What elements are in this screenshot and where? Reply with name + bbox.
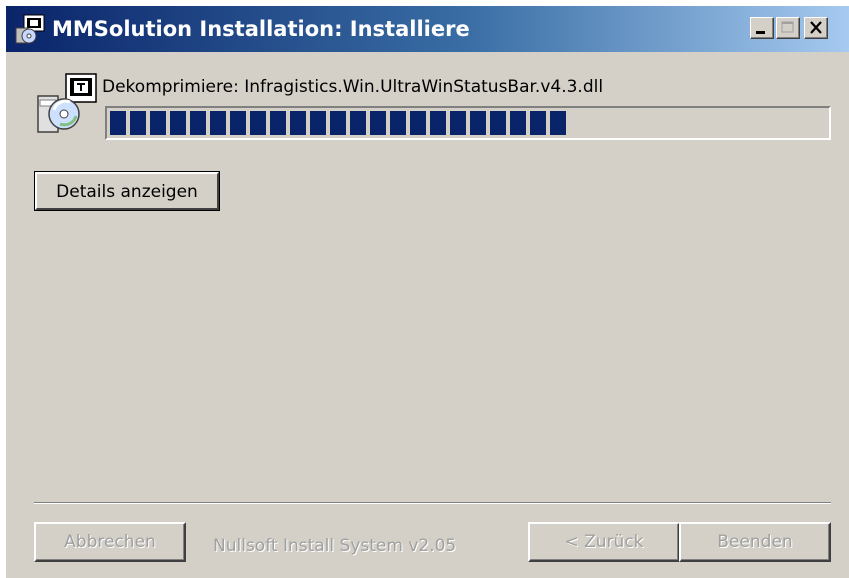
back-button[interactable]: < Zurück (528, 522, 680, 562)
maximize-button[interactable] (776, 17, 800, 39)
install-progress-bar (105, 106, 831, 140)
installer-app-icon (14, 14, 46, 44)
footer-separator (34, 502, 831, 504)
finish-button[interactable]: Beenden (679, 522, 831, 562)
close-icon (810, 21, 822, 34)
install-status-text: Dekomprimiere: Infragistics.Win.UltraWin… (102, 77, 604, 97)
details-button-label: Details anzeigen (35, 172, 219, 210)
close-button[interactable] (804, 17, 828, 39)
installer-window: MMSolution Installation: Installiere Dek… (6, 6, 849, 578)
installer-content: Dekomprimiere: Infragistics.Win.UltraWin… (6, 52, 849, 578)
nsis-branding-text: Nullsoft Install System v2.05 (213, 536, 457, 556)
minimize-icon (756, 31, 765, 34)
installer-cd-icon (30, 70, 102, 136)
cancel-button[interactable]: Abbrechen (34, 522, 186, 562)
install-progress-fill (110, 111, 568, 135)
maximize-icon (781, 21, 794, 33)
title-bar[interactable]: MMSolution Installation: Installiere (6, 6, 849, 52)
minimize-button[interactable] (750, 17, 774, 39)
window-title: MMSolution Installation: Installiere (52, 17, 470, 41)
details-button[interactable]: Details anzeigen (34, 171, 220, 211)
